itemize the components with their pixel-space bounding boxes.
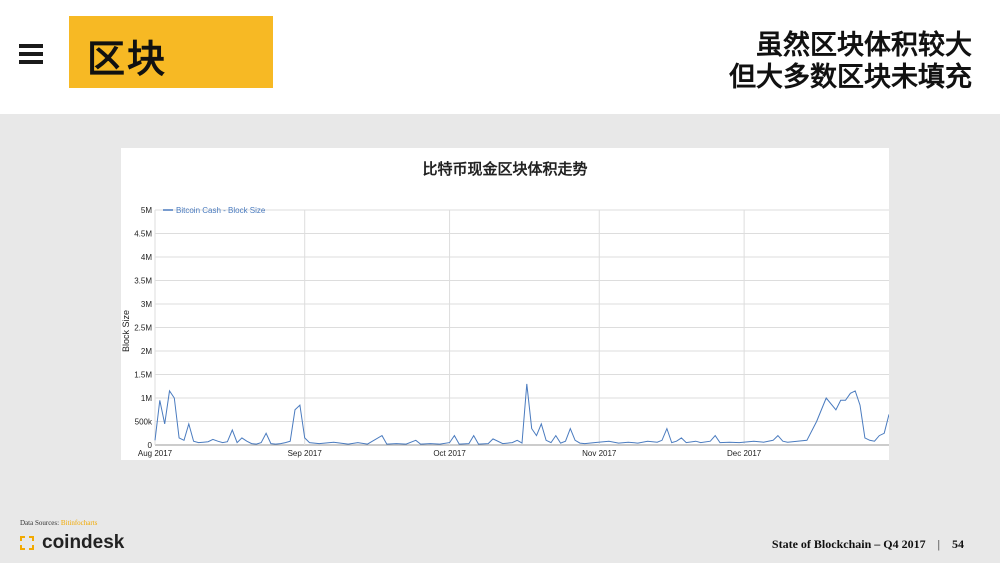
block-size-chart: 比特币现金区块体积走势 0500k1M1.5M2M2.5M3M3.5M4M4.5… [121, 160, 890, 458]
x-tick-label: Dec 2017 [727, 449, 762, 458]
y-axis-label: Block Size [121, 310, 131, 352]
y-tick-label: 4.5M [134, 230, 152, 239]
sources-label: Data Sources: [20, 519, 60, 527]
grid [154, 209, 889, 446]
logo-text: coindesk [42, 532, 125, 553]
series-layer [154, 383, 890, 445]
chart-title: 比特币现金区块体积走势 [422, 160, 587, 178]
data-sources: Data Sources: Bitinfocharts [20, 519, 97, 527]
y-tick-label: 500k [135, 418, 153, 427]
y-tick-label: 2M [141, 347, 152, 356]
axes: 0500k1M1.5M2M2.5M3M3.5M4M4.5M5MAug 2017 S… [134, 206, 762, 458]
page-footer: State of Blockchain – Q4 2017 | 54 [772, 537, 964, 552]
headline: 虽然区块体积较大 但大多数区块未填充 [729, 30, 972, 94]
y-tick-label: 3.5M [134, 277, 152, 286]
y-tick-label: 4M [141, 253, 152, 262]
y-tick-label: 1M [141, 394, 152, 403]
headline-line-1: 虽然区块体积较大 [756, 30, 972, 61]
y-tick-label: 2.5M [134, 324, 152, 333]
legend: Bitcoin Cash - Block Size [163, 206, 266, 215]
y-tick-label: 1.5M [134, 371, 152, 380]
sources-value: Bitinfocharts [60, 519, 98, 527]
legend-label: Bitcoin Cash - Block Size [176, 206, 266, 215]
headline-line-2: 但大多数区块未填充 [729, 62, 972, 93]
y-tick-label: 3M [141, 300, 152, 309]
footer-separator: | [937, 537, 940, 551]
x-tick-label: Sep 2017 [288, 449, 323, 458]
x-tick-label: Nov 2017 [582, 449, 617, 458]
title-box: 区块 [69, 16, 273, 88]
chart-panel: 比特币现金区块体积走势 0 500k 1M 1.5M 2M 2.5M 3M 3.5M 4M 4.5… [121, 148, 890, 460]
page-number: 54 [952, 537, 964, 551]
report-title: State of Blockchain – Q4 2017 [771, 537, 926, 551]
page-title: 区块 [87, 37, 168, 81]
header: 区块 虽然区块体积较大 但大多数区块未填充 [0, 0, 1000, 114]
y-tick-label: 5M [141, 206, 152, 215]
menu-icon[interactable] [19, 44, 43, 64]
x-tick-label: Oct 2017 [433, 449, 466, 458]
series-line [154, 383, 890, 445]
coindesk-logo-icon [20, 536, 34, 550]
x-tick-label: Aug 2017 [138, 449, 173, 458]
